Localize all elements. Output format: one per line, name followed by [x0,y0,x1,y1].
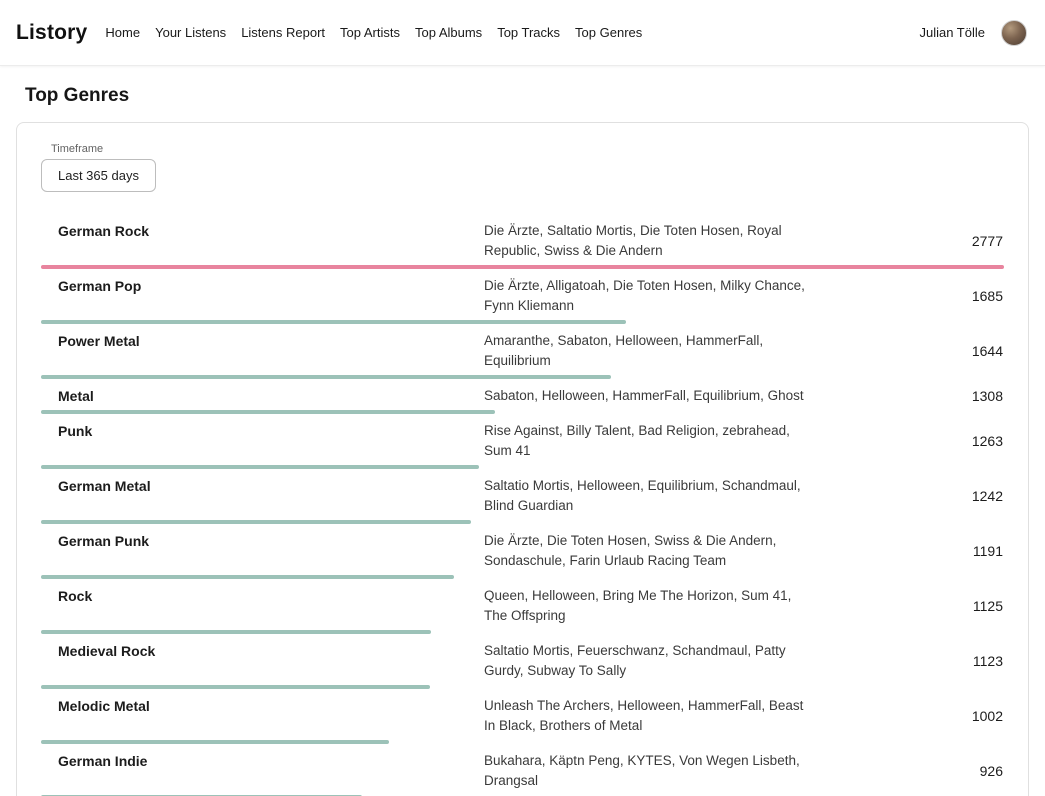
navbar: Listory Home Your Listens Listens Report To… [0,0,1045,66]
nav-link-home[interactable]: Home [105,25,140,40]
genre-name: Melodic Metal [41,696,484,716]
genre-count: 1123 [814,653,1004,669]
genre-artists: Sabaton, Helloween, HammerFall, Equilibr… [484,386,814,406]
genre-row: RockQueen, Helloween, Bring Me The Horiz… [41,579,1004,634]
genre-artists: Rise Against, Billy Talent, Bad Religion… [484,421,814,461]
nav-link-top-albums[interactable]: Top Albums [415,25,482,40]
nav-link-top-artists[interactable]: Top Artists [340,25,400,40]
genre-count: 1308 [814,388,1004,404]
nav-link-top-tracks[interactable]: Top Tracks [497,25,560,40]
genre-count: 1644 [814,343,1004,359]
genre-name: German Pop [41,276,484,296]
genre-name: German Metal [41,476,484,496]
nav-link-your-listens[interactable]: Your Listens [155,25,226,40]
genre-artists: Die Ärzte, Alligatoah, Die Toten Hosen, … [484,276,814,316]
genre-row: German PopDie Ärzte, Alligatoah, Die Tot… [41,269,1004,324]
genre-name: Punk [41,421,484,441]
genre-name: Medieval Rock [41,641,484,661]
genre-artists: Bukahara, Käptn Peng, KYTES, Von Wegen L… [484,751,814,791]
genre-artists: Unleash The Archers, Helloween, HammerFa… [484,696,814,736]
page-title: Top Genres [25,85,1029,107]
genre-row: PunkRise Against, Billy Talent, Bad Reli… [41,414,1004,469]
genre-row: German PunkDie Ärzte, Die Toten Hosen, S… [41,524,1004,579]
genre-artists: Saltatio Mortis, Feuerschwanz, Schandmau… [484,641,814,681]
genre-name: Metal [41,386,484,406]
genre-artists: Die Ärzte, Die Toten Hosen, Swiss & Die … [484,531,814,571]
main-content: Top Genres Timeframe Last 365 days Germa… [0,85,1045,796]
genre-row: German MetalSaltatio Mortis, Helloween, … [41,469,1004,524]
timeframe-select[interactable]: Last 365 days [41,159,156,192]
genre-count: 926 [814,763,1004,779]
genre-row: German RockDie Ärzte, Saltatio Mortis, D… [41,214,1004,269]
genre-count: 1125 [814,598,1004,614]
nav-link-top-genres[interactable]: Top Genres [575,25,642,40]
genre-artists: Die Ärzte, Saltatio Mortis, Die Toten Ho… [484,221,814,261]
genre-name: German Punk [41,531,484,551]
genre-name: Rock [41,586,484,606]
genre-count: 1685 [814,288,1004,304]
user-avatar[interactable] [1001,20,1027,46]
genre-row: MetalSabaton, Helloween, HammerFall, Equ… [41,379,1004,414]
genre-count: 1263 [814,433,1004,449]
genre-row: Medieval RockSaltatio Mortis, Feuerschwa… [41,634,1004,689]
genre-artists: Queen, Helloween, Bring Me The Horizon, … [484,586,814,626]
genre-row: Melodic MetalUnleash The Archers, Hellow… [41,689,1004,744]
genre-name: Power Metal [41,331,484,351]
genre-count: 1242 [814,488,1004,504]
top-genres-card: Timeframe Last 365 days German RockDie Ä… [16,122,1029,796]
genre-count: 2777 [814,233,1004,249]
genre-artists: Amaranthe, Sabaton, Helloween, HammerFal… [484,331,814,371]
genre-count: 1191 [814,543,1004,559]
genre-name: German Indie [41,751,484,771]
genre-row: Power MetalAmaranthe, Sabaton, Helloween… [41,324,1004,379]
genre-rows: German RockDie Ärzte, Saltatio Mortis, D… [41,214,1004,796]
user-name[interactable]: Julian Tölle [919,25,985,40]
app-logo[interactable]: Listory [16,21,87,45]
genre-count: 1002 [814,708,1004,724]
genre-name: German Rock [41,221,484,241]
nav-links: Home Your Listens Listens Report Top Artist… [105,25,642,40]
nav-link-listens-report[interactable]: Listens Report [241,25,325,40]
genre-artists: Saltatio Mortis, Helloween, Equilibrium,… [484,476,814,516]
genre-row: German IndieBukahara, Käptn Peng, KYTES,… [41,744,1004,796]
timeframe-label: Timeframe [51,143,1004,155]
